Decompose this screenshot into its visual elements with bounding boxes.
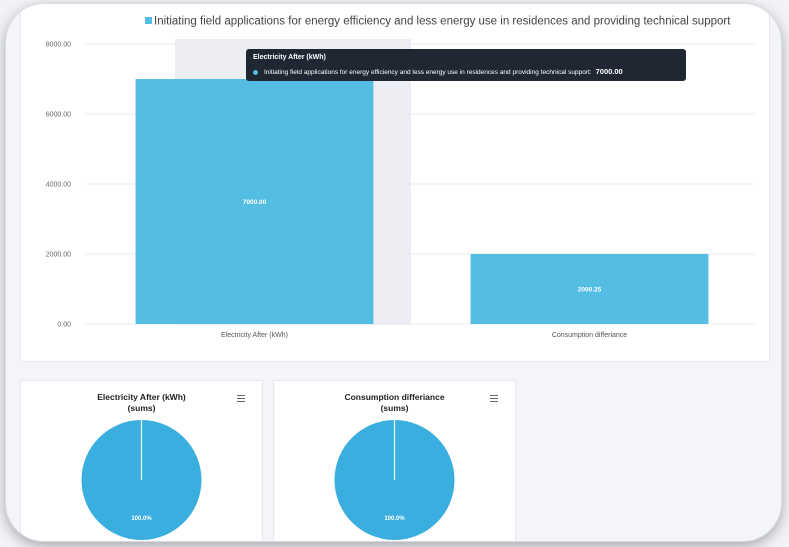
y-tick-label: 6000.00	[46, 112, 71, 119]
data-label: 7000.00	[243, 199, 267, 206]
y-tick-label: 8000.00	[46, 42, 71, 49]
legend-label: Initiating field applications for energy…	[154, 16, 731, 28]
pie-title: Consumption differiance	[344, 392, 444, 402]
x-tick-label: Consumption differiance	[552, 332, 627, 339]
pie-slice-label: 100.0%	[384, 516, 405, 522]
category-labels: Electricity After (kWh) Consumption diffe…	[221, 332, 627, 339]
pie-slice-label: 100.0%	[131, 516, 152, 522]
legend-swatch	[145, 17, 152, 24]
x-tick-label: Electricity After (kWh)	[221, 332, 288, 339]
legend[interactable]: Initiating field applications for energy…	[145, 16, 731, 28]
y-tick-label: 4000.00	[46, 182, 71, 189]
pie-chart-electricity-after: Electricity After (kWh) (sums) 100.0%	[81, 392, 202, 540]
tooltip-value: 7000.00	[595, 67, 623, 76]
pie-chart-consumption-differiance: Consumption differiance (sums) 100.0%	[334, 392, 455, 540]
tooltip-series-dot	[253, 69, 258, 75]
pie-subtitle: (sums)	[381, 403, 409, 413]
tooltip-series-name: Initiating field applications for energy…	[264, 69, 592, 76]
chart-tooltip: Electricity After (kWh) Initiating field…	[246, 49, 686, 81]
tooltip-title: Electricity After (kWh)	[253, 54, 326, 61]
menu-icon[interactable]	[237, 395, 245, 402]
bars: 7000.00 2000.25	[135, 79, 709, 324]
pie-title: Electricity After (kWh)	[97, 392, 186, 402]
data-label: 2000.25	[578, 286, 602, 293]
y-tick-label: 2000.00	[46, 252, 71, 259]
tooltip-row: Initiating field applications for energy…	[253, 67, 623, 76]
pie-card-electricity-after: Electricity After (kWh) (sums) 100.0%	[20, 380, 263, 541]
pie-subtitle: (sums)	[128, 403, 156, 413]
bar-chart-card: 0.00 2000.00 4000.00 6000.00 8000.00 Initiat…	[20, 4, 770, 362]
y-tick-label: 0.00	[57, 322, 71, 329]
pie-card-consumption-differiance: Consumption differiance (sums) 100.0%	[273, 380, 516, 541]
menu-icon[interactable]	[490, 395, 498, 402]
dashboard-frame: 0.00 2000.00 4000.00 6000.00 8000.00 Initiat…	[6, 4, 781, 541]
